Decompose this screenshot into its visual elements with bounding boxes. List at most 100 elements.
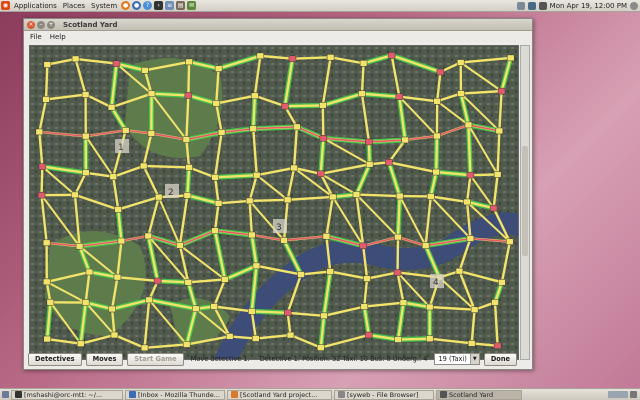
station-node[interactable] [319, 135, 328, 142]
station-node[interactable] [81, 299, 90, 306]
station-node[interactable] [141, 67, 149, 74]
station-node[interactable] [317, 170, 325, 178]
station-node[interactable] [466, 171, 475, 179]
station-node[interactable] [286, 331, 295, 339]
station-node[interactable] [71, 191, 79, 199]
station-node[interactable] [455, 267, 464, 275]
system-menu[interactable]: System [88, 2, 120, 10]
station-node[interactable] [46, 299, 55, 306]
station-node[interactable] [288, 55, 297, 62]
station-node[interactable] [108, 305, 116, 313]
power-icon[interactable] [630, 1, 638, 10]
move-select[interactable]: 19 (Taxi) ▼ [434, 353, 480, 365]
station-node[interactable] [393, 269, 402, 276]
station-node[interactable] [457, 90, 465, 97]
volume-icon[interactable] [538, 1, 547, 10]
station-node[interactable] [489, 204, 498, 212]
clock[interactable]: Mon Apr 19, 12:00 PM [550, 2, 627, 10]
station-node[interactable] [154, 193, 163, 201]
station-node[interactable] [252, 335, 260, 342]
station-node[interactable] [506, 54, 515, 62]
station-node[interactable] [427, 193, 435, 200]
station-node[interactable] [43, 61, 52, 68]
station-node[interactable] [394, 233, 402, 241]
station-node[interactable] [395, 93, 404, 100]
station-node[interactable] [184, 92, 193, 99]
station-node[interactable] [81, 91, 90, 98]
station-node[interactable] [290, 164, 298, 172]
workspace-switcher-icon[interactable] [608, 391, 628, 398]
station-node[interactable] [35, 128, 44, 136]
scrollbar-thumb[interactable] [522, 146, 528, 256]
station-node[interactable] [71, 55, 80, 63]
taskbar-item-scotland-yard[interactable]: Scotland Yard [436, 389, 522, 400]
applications-menu[interactable]: Applications [11, 2, 60, 10]
station-node[interactable] [38, 163, 47, 170]
vertical-scrollbar[interactable] [520, 45, 530, 360]
station-node[interactable] [394, 336, 402, 343]
station-node[interactable] [184, 279, 193, 286]
station-node[interactable] [221, 276, 229, 283]
map-canvas[interactable]: 1 2 3 4 [30, 46, 519, 360]
station-node[interactable] [433, 132, 441, 140]
chat-icon[interactable]: ✉ [187, 1, 197, 10]
station-node[interactable] [432, 168, 440, 176]
station-node[interactable] [326, 268, 334, 275]
station-node[interactable] [498, 279, 506, 286]
station-node[interactable] [326, 54, 335, 61]
station-node[interactable] [491, 299, 499, 306]
station-node[interactable] [319, 102, 327, 109]
station-node[interactable] [185, 164, 193, 171]
station-node[interactable] [467, 340, 476, 347]
station-node[interactable] [466, 235, 475, 242]
station-node[interactable] [297, 271, 305, 278]
station-node[interactable] [385, 159, 393, 166]
station-node[interactable] [495, 127, 504, 135]
taskbar-item-terminal[interactable]: [mshashi@orc-mtt: ~/... [11, 389, 123, 400]
station-node[interactable] [82, 132, 90, 140]
places-menu[interactable]: Places [60, 2, 88, 10]
file-menu[interactable]: File [26, 33, 46, 41]
station-node[interactable] [114, 206, 122, 213]
station-node[interactable] [117, 237, 126, 245]
station-node[interactable] [280, 237, 288, 244]
station-node[interactable] [328, 193, 337, 201]
chevron-down-icon[interactable]: ▼ [469, 354, 479, 364]
detectives-button[interactable]: Detectives [28, 352, 82, 366]
station-node[interactable] [211, 227, 219, 234]
station-node[interactable] [182, 136, 191, 143]
station-node[interactable] [107, 103, 116, 111]
station-node[interactable] [147, 90, 156, 97]
taskbar-item-file-browser[interactable]: [syweb - File Browser] [334, 389, 434, 400]
station-node[interactable] [425, 303, 434, 311]
station-node[interactable] [293, 123, 301, 131]
station-node[interactable] [147, 130, 156, 137]
done-button[interactable]: Done [483, 352, 517, 366]
station-node[interactable] [37, 191, 46, 199]
station-node[interactable] [113, 273, 122, 281]
station-node[interactable] [493, 342, 502, 350]
window-titlebar[interactable]: × – + Scotland Yard [24, 19, 532, 31]
thunderbird-icon[interactable]: ● [132, 1, 142, 10]
station-node[interactable] [211, 174, 219, 181]
station-node[interactable] [183, 192, 192, 199]
station-node[interactable] [464, 121, 473, 129]
game-map[interactable]: 1 2 3 4 [29, 45, 519, 360]
station-node[interactable] [214, 200, 223, 207]
station-node[interactable] [82, 169, 90, 177]
station-node[interactable] [144, 232, 153, 240]
station-node[interactable] [283, 196, 292, 204]
station-node[interactable] [359, 60, 368, 67]
station-node[interactable] [145, 296, 153, 304]
trash-icon[interactable] [630, 391, 637, 398]
station-node[interactable] [210, 303, 218, 310]
firefox-icon[interactable]: ● [121, 1, 131, 10]
station-node[interactable] [214, 65, 223, 72]
file-manager-icon[interactable]: ▤ [176, 1, 186, 10]
maximize-icon[interactable]: + [47, 20, 55, 29]
station-node[interactable] [252, 171, 261, 179]
station-node[interactable] [212, 100, 221, 107]
station-node[interactable] [365, 138, 373, 146]
station-node[interactable] [139, 162, 148, 170]
station-node[interactable] [85, 268, 94, 276]
